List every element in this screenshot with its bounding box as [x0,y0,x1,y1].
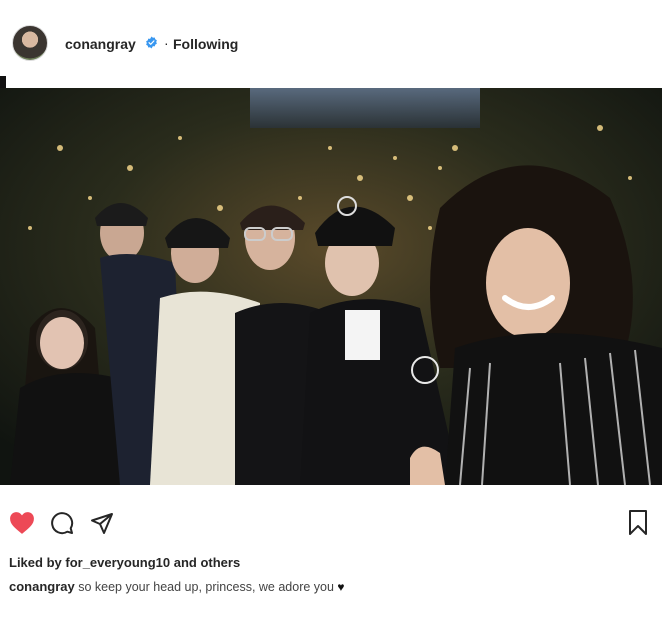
following-button[interactable]: Following [173,36,238,52]
caption-heart-emoji: ♥ [337,580,345,594]
caption-text: so keep your head up, princess, we adore… [74,580,338,594]
comment-icon[interactable] [50,511,74,535]
post-photo[interactable] [0,88,662,485]
verified-badge-icon [146,36,157,49]
liked-by-text: Liked by for_everyoung10 and others [9,555,240,570]
share-icon[interactable] [90,511,114,535]
bookmark-icon[interactable] [627,510,649,536]
heart-icon[interactable] [9,511,35,535]
profile-avatar[interactable] [12,25,48,61]
header-username[interactable]: conangray [65,36,136,52]
corner-mark [0,76,6,88]
liked-by-user[interactable]: for_everyoung10 [65,555,170,570]
header-separator: · [164,35,169,51]
post-caption: conangray so keep your head up, princess… [9,579,345,594]
caption-username[interactable]: conangray [9,579,75,594]
liked-by-suffix[interactable]: and others [170,555,240,570]
group-photo [0,88,662,485]
post-header: conangray · Following [0,0,662,88]
liked-by-prefix: Liked by [9,555,66,570]
